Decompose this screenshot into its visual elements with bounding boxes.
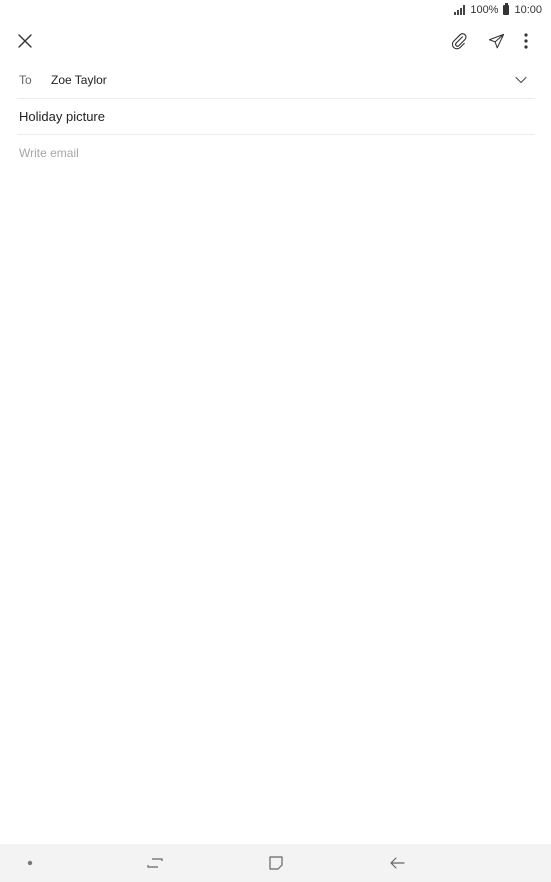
navigation-bar	[0, 844, 551, 882]
attach-button[interactable]	[444, 26, 474, 56]
clock: 10:00	[514, 4, 542, 16]
home-button[interactable]	[264, 851, 288, 875]
back-button[interactable]	[385, 851, 409, 875]
expand-recipients-button[interactable]	[509, 68, 533, 92]
send-button[interactable]	[481, 26, 511, 56]
battery-percent: 100%	[470, 4, 499, 16]
recipient-chip[interactable]: Zoe Taylor	[51, 73, 509, 87]
nav-dot-button[interactable]	[18, 851, 42, 875]
status-bar: 100% 10:00	[0, 0, 551, 20]
to-field-row: To Zoe Taylor	[17, 62, 535, 99]
email-compose-screen: 100% 10:00 To Zoe Taylor Holiday picture…	[0, 0, 551, 882]
signal-icon	[454, 5, 466, 15]
email-body-input[interactable]	[17, 140, 535, 830]
more-vert-icon	[524, 33, 528, 49]
compose-toolbar	[0, 24, 551, 58]
subject-field-row	[17, 99, 535, 135]
subject-input[interactable]	[17, 109, 535, 124]
email-body-area	[17, 140, 535, 830]
to-label: To	[19, 73, 32, 87]
close-button[interactable]	[10, 26, 40, 56]
recent-apps-button[interactable]	[143, 851, 167, 875]
close-icon	[18, 34, 32, 48]
battery-icon	[503, 3, 510, 15]
paperclip-icon	[451, 33, 467, 50]
more-options-button[interactable]	[511, 26, 541, 56]
dot-icon	[27, 860, 33, 866]
chevron-down-icon	[515, 76, 527, 84]
home-icon	[269, 856, 283, 870]
back-icon	[390, 857, 405, 869]
send-icon	[488, 33, 504, 48]
recent-apps-icon	[147, 858, 163, 868]
